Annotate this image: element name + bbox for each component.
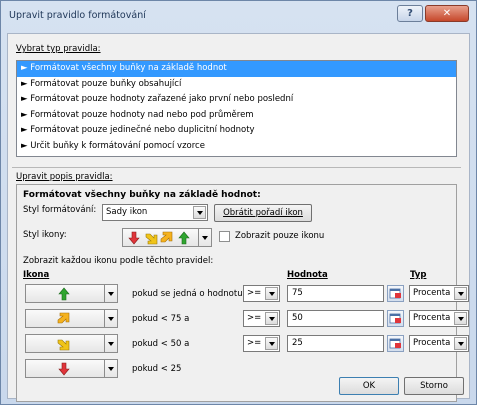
icon-select-row-4[interactable]	[25, 359, 118, 378]
orange-up-right-arrow-icon	[57, 312, 70, 324]
help-button[interactable]: ?	[397, 5, 423, 22]
chevron-down-icon	[104, 360, 117, 377]
title-bar[interactable]: Upravit pravidlo formátování ? ✕	[1, 1, 476, 31]
show-icon-only-checkbox[interactable]	[219, 231, 230, 242]
cancel-button[interactable]: Storno	[404, 377, 464, 395]
yellow-down-right-arrow-icon	[57, 339, 70, 351]
condition-label-row-3: pokud < 50 a	[132, 339, 190, 349]
type-value: Procenta	[413, 338, 451, 348]
icon-select-row-1[interactable]	[25, 284, 118, 303]
divider	[12, 167, 461, 168]
show-icon-only-label: Zobrazit pouze ikonu	[235, 231, 325, 241]
close-button[interactable]: ✕	[425, 5, 469, 22]
icon-select-row-2[interactable]	[25, 309, 118, 328]
dialog-window: Upravit pravidlo formátování ? ✕ Vybrat …	[0, 0, 477, 405]
rule-type-item[interactable]: ► Formátovat pouze jedinečné nebo duplic…	[17, 123, 456, 139]
operator-value: >=	[247, 288, 262, 298]
rule-type-item[interactable]: ► Formátovat všechny buňky na základě ho…	[17, 61, 456, 77]
icon-style-label: Styl ikony:	[23, 230, 67, 240]
rule-type-item[interactable]: ► Formátovat pouze buňky obsahující	[17, 77, 456, 93]
dialog-title: Upravit pravidlo formátování	[9, 10, 146, 21]
value-input-row-1[interactable]: 75	[287, 285, 384, 302]
chevron-down-icon	[265, 312, 278, 325]
red-down-arrow-icon	[58, 362, 70, 376]
operator-value: >=	[247, 313, 262, 323]
chevron-down-icon	[193, 206, 206, 219]
chevron-down-icon	[265, 287, 278, 300]
ok-button[interactable]: OK	[339, 377, 399, 395]
format-style-label: Styl formátování:	[23, 205, 97, 215]
chevron-down-icon	[454, 337, 467, 350]
rule-type-item[interactable]: ► Formátovat pouze hodnoty nad nebo pod …	[17, 108, 456, 124]
type-select-row-1[interactable]: Procenta	[409, 285, 469, 302]
condition-label-row-2: pokud < 75 a	[132, 314, 190, 324]
operator-select-row-2[interactable]: >=	[243, 310, 280, 327]
rule-type-item[interactable]: ► Formátovat pouze hodnoty zařazené jako…	[17, 92, 456, 108]
icon-set-preview-icon	[128, 231, 190, 245]
rule-type-item[interactable]: ► Určit buňky k formátování pomocí vzorc…	[17, 139, 456, 155]
chevron-down-icon	[454, 312, 467, 325]
value-text: 50	[292, 313, 303, 323]
value-text: 75	[292, 288, 303, 298]
icon-rules-caption: Zobrazit každou ikonu podle těchto pravi…	[23, 256, 214, 266]
rule-type-list[interactable]: ► Formátovat všechny buňky na základě ho…	[16, 60, 457, 157]
column-header-icon: Ikona	[23, 270, 50, 280]
cell-reference-button-row-2[interactable]	[387, 310, 404, 327]
type-value: Procenta	[413, 313, 451, 323]
rule-type-label: Vybrat typ pravidla:	[16, 44, 101, 54]
reverse-icon-order-label: Obrátit pořadí ikon	[223, 208, 303, 218]
condition-label-row-4: pokud < 25	[132, 364, 182, 374]
chevron-down-icon	[265, 337, 278, 350]
chevron-down-icon	[198, 229, 211, 246]
reverse-icon-order-button[interactable]: Obrátit pořadí ikon	[214, 204, 312, 222]
column-header-type: Typ	[410, 270, 427, 280]
dialog-client-area: Vybrat typ pravidla: ► Formátovat všechn…	[7, 33, 470, 402]
value-input-row-3[interactable]: 25	[287, 335, 384, 352]
value-input-row-2[interactable]: 50	[287, 310, 384, 327]
icon-style-select[interactable]	[122, 228, 212, 247]
operator-select-row-1[interactable]: >=	[243, 285, 280, 302]
format-style-select[interactable]: Sady ikon	[102, 204, 208, 221]
cell-reference-button-row-1[interactable]	[387, 285, 404, 302]
description-heading: Formátovat všechny buňky na základě hodn…	[23, 190, 261, 200]
operator-value: >=	[247, 338, 262, 348]
column-header-value: Hodnota	[287, 270, 328, 280]
condition-label-row-1: pokud se jedná o hodnotu	[132, 289, 243, 299]
chevron-down-icon	[104, 285, 117, 302]
cell-reference-button-row-3[interactable]	[387, 335, 404, 352]
rule-description-label: Upravit popis pravidla:	[16, 172, 113, 182]
chevron-down-icon	[454, 287, 467, 300]
value-text: 25	[292, 338, 303, 348]
rule-description-panel: Formátovat všechny buňky na základě hodn…	[16, 184, 469, 402]
cell-reference-icon	[389, 338, 401, 349]
icon-select-row-3[interactable]	[25, 334, 118, 353]
operator-select-row-3[interactable]: >=	[243, 335, 280, 352]
green-up-arrow-icon	[58, 287, 70, 301]
type-value: Procenta	[413, 288, 451, 298]
chevron-down-icon	[104, 310, 117, 327]
type-select-row-2[interactable]: Procenta	[409, 310, 469, 327]
chevron-down-icon	[104, 335, 117, 352]
cell-reference-icon	[389, 313, 401, 324]
type-select-row-3[interactable]: Procenta	[409, 335, 469, 352]
format-style-value: Sady ikon	[106, 207, 148, 217]
cell-reference-icon	[389, 288, 401, 299]
